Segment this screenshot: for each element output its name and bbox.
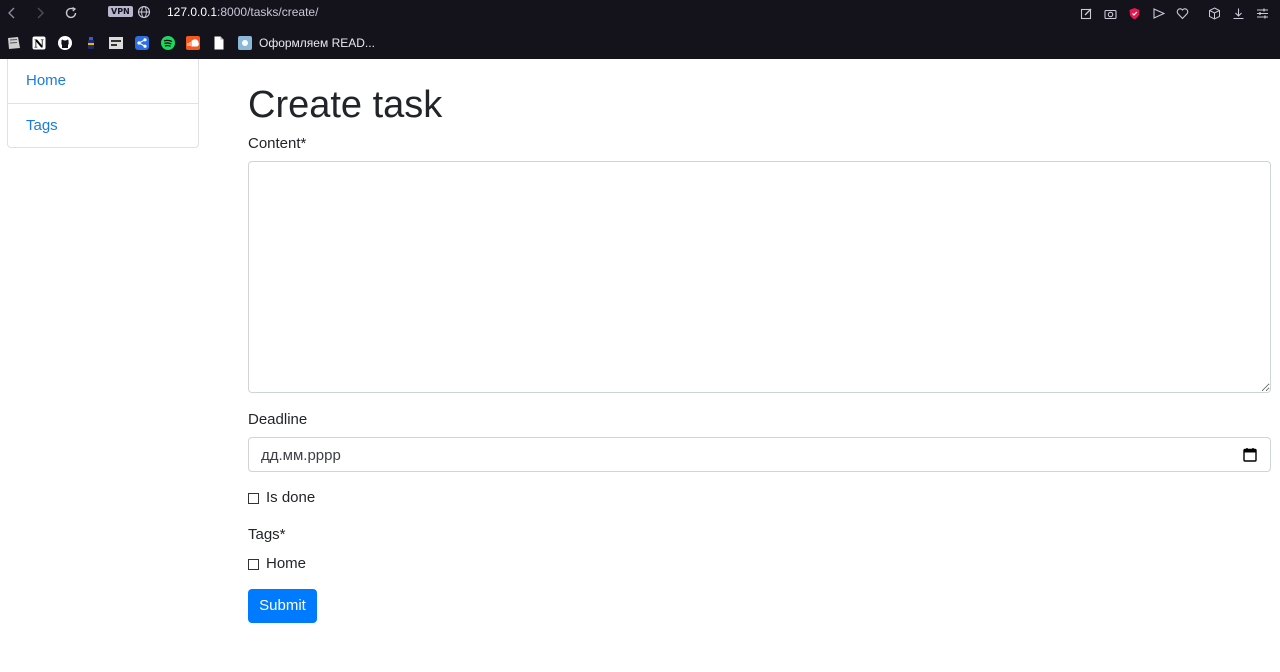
toolbar-actions bbox=[1074, 4, 1274, 22]
document-icon[interactable] bbox=[211, 35, 227, 51]
spotify-icon[interactable] bbox=[160, 35, 176, 51]
sidebar-item-home[interactable]: Home bbox=[8, 59, 198, 103]
svg-text:N: N bbox=[34, 38, 44, 51]
download-icon[interactable] bbox=[1226, 4, 1250, 22]
bookmark-app-icon[interactable] bbox=[108, 35, 124, 51]
notion-icon[interactable]: N bbox=[31, 35, 47, 51]
submit-button[interactable]: Submit bbox=[248, 589, 317, 623]
is-done-row: Is done bbox=[248, 489, 315, 507]
heart-icon[interactable] bbox=[1170, 4, 1194, 22]
share-icon[interactable] bbox=[134, 35, 150, 51]
tag-option-home: Home bbox=[248, 555, 306, 573]
bookmarks-bar: N Оформляем READ... bbox=[0, 30, 1280, 56]
url-host: 127.0.0.1 bbox=[167, 5, 218, 19]
browser-chrome: VPN 127.0.0.1:8000/tasks/create/ N Оформ… bbox=[0, 0, 1280, 59]
deadline-date-input[interactable]: дд.мм.рррр bbox=[248, 437, 1271, 472]
shield-icon[interactable] bbox=[1122, 4, 1146, 22]
is-done-checkbox[interactable] bbox=[248, 492, 259, 504]
sidebar-item-tags[interactable]: Tags bbox=[8, 103, 198, 147]
calendar-icon[interactable] bbox=[1243, 447, 1257, 462]
reload-icon[interactable] bbox=[62, 4, 80, 22]
edit-icon[interactable] bbox=[1074, 4, 1098, 22]
globe-icon bbox=[137, 5, 151, 19]
tags-label: Tags* bbox=[248, 526, 286, 543]
forward-icon[interactable] bbox=[31, 4, 49, 22]
settings-sliders-icon[interactable] bbox=[1250, 4, 1274, 22]
content-textarea[interactable] bbox=[248, 161, 1271, 393]
page-title: Create task bbox=[248, 84, 443, 126]
tag-home-checkbox[interactable] bbox=[248, 558, 259, 570]
url-path: :8000/tasks/create/ bbox=[217, 5, 319, 19]
bookmark-notebook-icon[interactable] bbox=[6, 35, 22, 51]
back-icon[interactable] bbox=[3, 4, 21, 22]
deadline-label: Deadline bbox=[248, 411, 308, 428]
send-icon[interactable] bbox=[1146, 4, 1170, 22]
address-bar[interactable]: 127.0.0.1:8000/tasks/create/ bbox=[167, 5, 318, 19]
bookmark-readme-icon[interactable] bbox=[237, 35, 253, 51]
sidebar-nav: Home Tags bbox=[7, 59, 199, 148]
vpn-badge[interactable]: VPN bbox=[108, 6, 133, 17]
cube-icon[interactable] bbox=[1202, 4, 1226, 22]
github-icon[interactable] bbox=[57, 35, 73, 51]
bookmark-bottle-icon[interactable] bbox=[83, 35, 99, 51]
camera-icon[interactable] bbox=[1098, 4, 1122, 22]
browser-toolbar: VPN 127.0.0.1:8000/tasks/create/ bbox=[0, 0, 1280, 26]
is-done-label[interactable]: Is done bbox=[266, 489, 315, 507]
soundcloud-icon[interactable] bbox=[185, 35, 201, 51]
deadline-placeholder: дд.мм.рррр bbox=[261, 447, 341, 464]
bookmark-label[interactable]: Оформляем READ... bbox=[259, 36, 375, 50]
tag-home-label[interactable]: Home bbox=[266, 555, 306, 573]
content-label: Content* bbox=[248, 135, 307, 152]
